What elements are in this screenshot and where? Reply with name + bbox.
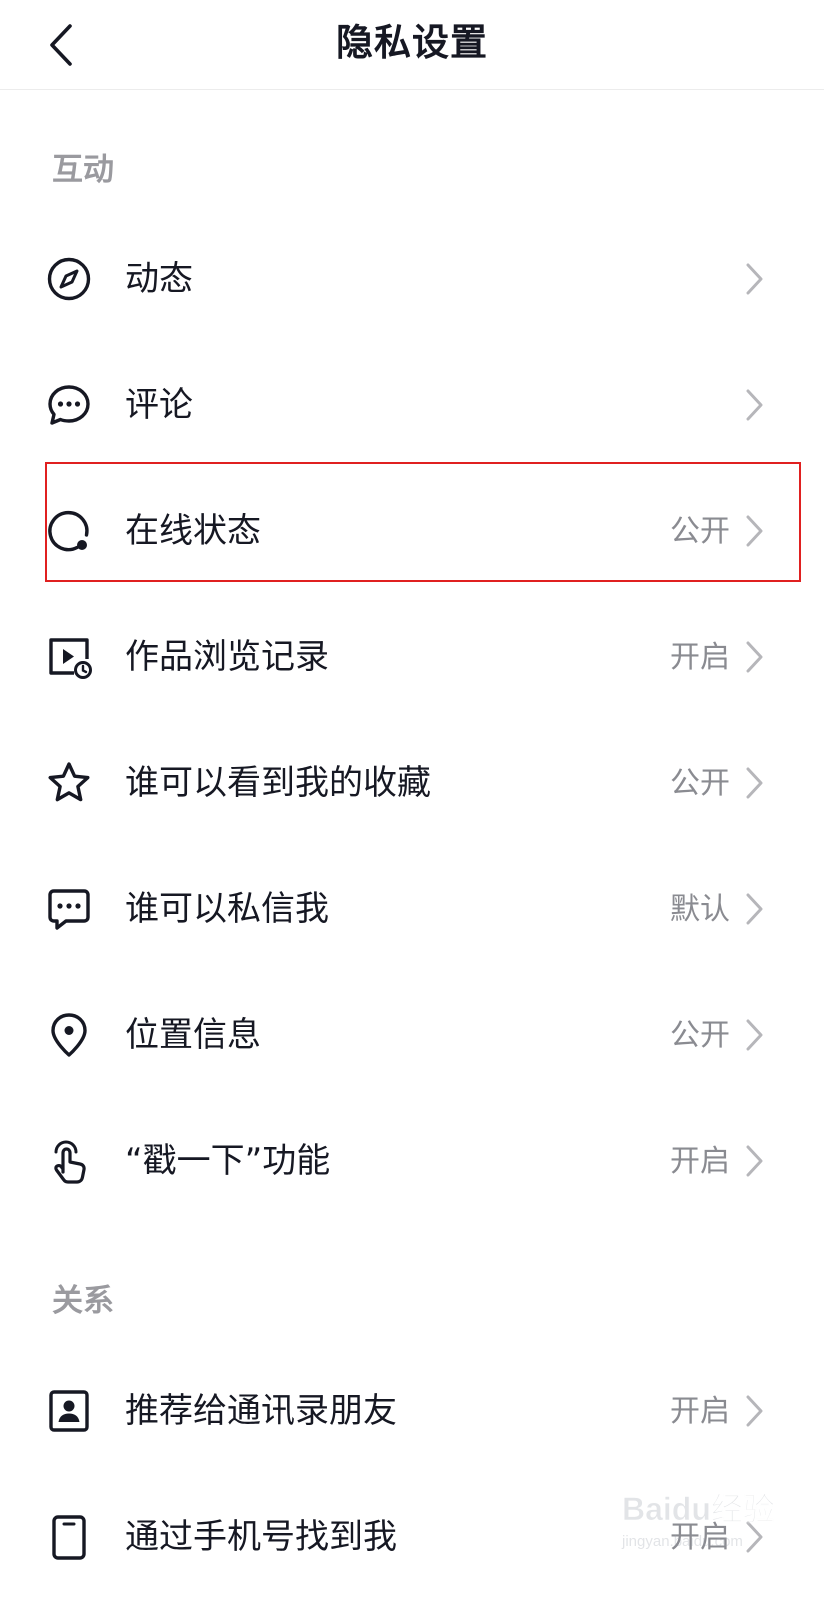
setting-label: “戳一下”功能 — [125, 1141, 331, 1181]
chevron-right-icon — [744, 261, 766, 297]
compass-icon — [46, 256, 92, 302]
chevron-right-icon — [744, 1519, 766, 1555]
phone-icon — [46, 1514, 92, 1560]
online-status-icon — [46, 508, 92, 554]
setting-label: 推荐给通讯录朋友 — [125, 1391, 397, 1431]
message-square-icon — [46, 886, 92, 932]
setting-row-favorites-visibility[interactable]: 谁可以看到我的收藏 公开 — [0, 720, 824, 844]
setting-row-recommend-contacts[interactable]: 推荐给通讯录朋友 开启 — [0, 1348, 824, 1472]
chevron-right-icon — [744, 765, 766, 801]
section-title-interaction: 互动 — [52, 152, 114, 188]
setting-row-poke[interactable]: “戳一下”功能 开启 — [0, 1098, 824, 1222]
setting-label: 谁可以看到我的收藏 — [125, 763, 431, 803]
setting-row-online-status[interactable]: 在线状态 公开 — [0, 468, 824, 592]
section-title-relationships: 关系 — [52, 1283, 114, 1319]
setting-row-view-history[interactable]: 作品浏览记录 开启 — [0, 594, 824, 718]
video-history-icon — [46, 634, 92, 680]
chevron-right-icon — [744, 891, 766, 927]
setting-value: 公开 — [670, 766, 730, 801]
setting-row-location[interactable]: 位置信息 公开 — [0, 972, 824, 1096]
chevron-right-icon — [744, 1393, 766, 1429]
setting-label: 谁可以私信我 — [125, 889, 329, 929]
setting-label: 通过手机号找到我 — [125, 1517, 397, 1557]
setting-label: 动态 — [125, 259, 193, 299]
chevron-right-icon — [744, 639, 766, 675]
chevron-right-icon — [744, 1143, 766, 1179]
finger-tap-icon — [46, 1138, 92, 1184]
setting-label: 在线状态 — [125, 511, 261, 551]
setting-label: 位置信息 — [125, 1015, 261, 1055]
page-title: 隐私设置 — [336, 21, 488, 64]
top-bar: 隐私设置 — [0, 0, 824, 90]
setting-value: 默认 — [670, 892, 730, 927]
setting-row-direct-message[interactable]: 谁可以私信我 默认 — [0, 846, 824, 970]
contact-card-icon — [46, 1388, 92, 1434]
setting-value: 开启 — [670, 1520, 730, 1555]
setting-value: 公开 — [670, 514, 730, 549]
chevron-right-icon — [744, 387, 766, 423]
location-pin-icon — [46, 1012, 92, 1058]
setting-row-comments[interactable]: 评论 — [0, 342, 824, 466]
chevron-right-icon — [744, 1017, 766, 1053]
comment-bubble-icon — [46, 382, 92, 428]
setting-row-find-by-phone[interactable]: 通过手机号找到我 开启 — [0, 1474, 824, 1598]
setting-value: 开启 — [670, 640, 730, 675]
chevron-right-icon — [744, 513, 766, 549]
setting-label: 作品浏览记录 — [125, 637, 329, 677]
setting-value: 开启 — [670, 1394, 730, 1429]
setting-row-feed[interactable]: 动态 — [0, 216, 824, 340]
setting-value: 公开 — [670, 1018, 730, 1053]
setting-value: 开启 — [670, 1144, 730, 1179]
setting-label: 评论 — [125, 385, 193, 425]
star-icon — [46, 760, 92, 806]
